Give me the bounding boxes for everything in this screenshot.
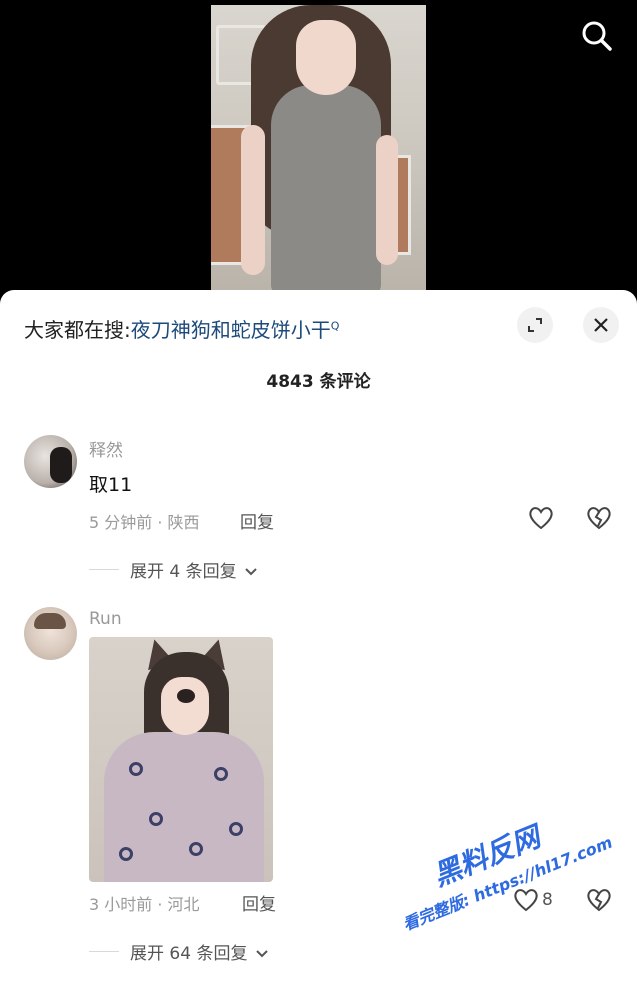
chevron-down-icon [245, 568, 257, 576]
comments-sheet: 大家都在搜:夜刀神狗和蛇皮饼小干Q 4843 条评论 释然 取11 5 分钟前 … [0, 290, 637, 984]
chevron-down-icon [256, 950, 268, 958]
search-icon[interactable] [579, 18, 615, 54]
expand-replies-label: 展开 64 条回复 [130, 944, 248, 964]
expand-replies-label: 展开 4 条回复 [130, 562, 237, 582]
comment-username[interactable]: 释然 [89, 436, 123, 461]
expand-replies-button[interactable]: 展开 4 条回复 [130, 557, 258, 582]
avatar[interactable] [24, 435, 77, 488]
avatar[interactable] [24, 607, 77, 660]
comment-meta: 3 小时前 · 河北 [89, 895, 200, 914]
broken-heart-icon[interactable] [585, 504, 613, 532]
divider [89, 951, 119, 952]
comments-count: 4843 条评论 [266, 372, 371, 392]
reply-button[interactable]: 回复 [242, 890, 276, 915]
heart-icon[interactable] [527, 504, 555, 532]
trending-prefix: 大家都在搜: [24, 318, 131, 342]
expand-icon [528, 318, 542, 332]
close-button[interactable] [583, 307, 619, 343]
trending-keyword[interactable]: 夜刀神狗和蛇皮饼小干 [131, 318, 331, 342]
comment-image[interactable] [89, 637, 273, 882]
broken-heart-icon[interactable] [585, 886, 613, 914]
comment-meta: 5 分钟前 · 陕西 [89, 513, 200, 532]
expand-replies-button[interactable]: 展开 64 条回复 [130, 939, 269, 964]
divider [89, 569, 119, 570]
comment-username[interactable]: Run [89, 609, 122, 629]
video-player-area[interactable] [0, 0, 637, 300]
expand-button[interactable] [517, 307, 553, 343]
search-small-icon: Q [330, 319, 340, 333]
trending-search[interactable]: 大家都在搜:夜刀神狗和蛇皮饼小干Q [24, 314, 339, 343]
video-thumbnail [211, 5, 426, 295]
comment-text: 取11 [89, 474, 133, 496]
reply-button[interactable]: 回复 [240, 508, 274, 533]
close-icon [594, 318, 608, 332]
like-count: 8 [542, 890, 553, 910]
